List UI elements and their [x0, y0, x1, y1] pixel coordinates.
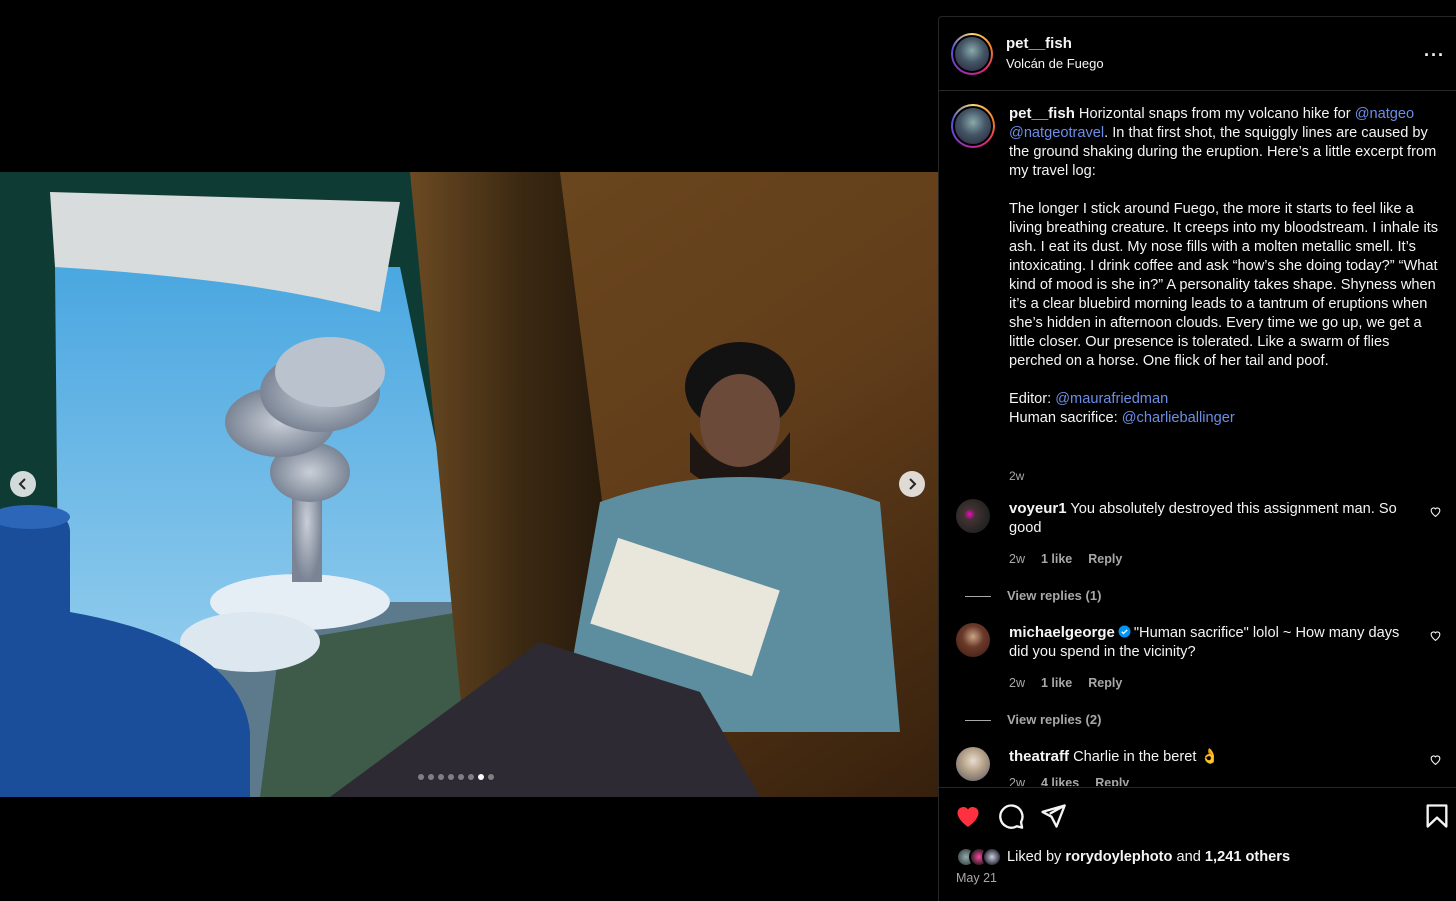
comment-text: theatraff Charlie in the beret 👌 [1009, 747, 1419, 767]
slide-dot [468, 774, 474, 780]
comment-bubble-icon[interactable] [997, 802, 1025, 830]
slide-dot [438, 774, 444, 780]
post-location[interactable]: Volcán de Fuego [1006, 56, 1104, 71]
next-slide-button[interactable] [899, 471, 925, 497]
comment-likes[interactable]: 4 likes [1041, 776, 1079, 786]
comment-time[interactable]: 2w [1009, 776, 1025, 786]
mention-natgeo[interactable]: @natgeo [1355, 106, 1414, 122]
mention-editor[interactable]: @maurafriedman [1055, 391, 1168, 407]
slide-dot [458, 774, 464, 780]
comment-like-heart-icon[interactable] [1429, 629, 1442, 642]
liked-by-and: and [1172, 849, 1205, 865]
like-heart-icon[interactable] [954, 802, 982, 830]
slide-dot [428, 774, 434, 780]
comment-body: You absolutely destroyed this assignment… [1009, 501, 1397, 536]
view-replies-button[interactable]: View replies (2) [965, 712, 1102, 727]
commenter-avatar[interactable] [956, 499, 990, 533]
author-username[interactable]: pet__fish [1006, 35, 1072, 52]
comment-meta: 2w 1 like Reply [1009, 676, 1138, 690]
caption-excerpt: The longer I stick around Fuego, the mor… [1009, 201, 1439, 369]
view-replies-button[interactable]: View replies (1) [965, 588, 1102, 603]
comments-feed: pet__fish Horizontal snaps from my volca… [939, 92, 1456, 786]
mention-natgeotravel[interactable]: @natgeotravel [1009, 125, 1104, 141]
post-actions-bar: Liked by rorydoylephoto and 1,241 others… [939, 787, 1456, 901]
slide-dot [448, 774, 454, 780]
commenter-avatar[interactable] [956, 623, 990, 657]
more-options-button[interactable]: ··· [1424, 45, 1445, 66]
editor-label: Editor: [1009, 391, 1056, 407]
sacrifice-label: Human sacrifice: [1009, 410, 1122, 426]
comment-meta: 2w 1 like Reply [1009, 552, 1138, 566]
post-header: pet__fish Volcán de Fuego ··· [939, 17, 1456, 91]
commenter-username[interactable]: voyeur1 [1009, 500, 1067, 517]
reply-button[interactable]: Reply [1095, 776, 1129, 786]
previous-slide-button[interactable] [10, 471, 36, 497]
comment-meta: 2w 4 likes Reply [1009, 776, 1145, 786]
likes-count[interactable]: 1,241 others [1205, 849, 1290, 865]
post-media-area [0, 0, 938, 901]
post-detail-panel: pet__fish Volcán de Fuego ··· pet__fish … [938, 16, 1456, 901]
comment-likes[interactable]: 1 like [1041, 676, 1072, 690]
commenter-avatar[interactable] [956, 747, 990, 781]
author-avatar[interactable] [951, 33, 993, 75]
replies-divider [965, 596, 991, 598]
comment-likes[interactable]: 1 like [1041, 552, 1072, 566]
slide-indicator [418, 774, 494, 780]
reply-button[interactable]: Reply [1088, 552, 1122, 566]
caption-text: pet__fish Horizontal snaps from my volca… [1009, 104, 1439, 428]
liked-by-user[interactable]: rorydoylephoto [1065, 849, 1172, 865]
verified-badge-icon [1118, 625, 1131, 638]
commenter-username[interactable]: michaelgeorge [1009, 624, 1115, 641]
slide-dot [488, 774, 494, 780]
reply-button[interactable]: Reply [1088, 676, 1122, 690]
caption-username[interactable]: pet__fish [1009, 105, 1075, 122]
view-replies-label: View replies (1) [1007, 588, 1102, 603]
chevron-left-icon [18, 478, 26, 490]
post-photo[interactable] [0, 172, 938, 797]
commenter-username[interactable]: theatraff [1009, 748, 1069, 765]
comment-body: Charlie in the beret 👌 [1073, 749, 1219, 765]
share-paper-plane-icon[interactable] [1039, 802, 1067, 830]
caption-intro: Horizontal snaps from my volcano hike fo… [1078, 106, 1355, 122]
liked-by-text: Liked by rorydoylephoto and 1,241 others [1007, 849, 1290, 865]
chevron-right-icon [909, 478, 917, 490]
comment-text: michaelgeorge "Human sacrifice" lolol ~ H… [1009, 623, 1419, 662]
caption-avatar[interactable] [951, 104, 995, 148]
liked-by-row: Liked by rorydoylephoto and 1,241 others [956, 847, 1290, 867]
comment-like-heart-icon[interactable] [1429, 753, 1442, 766]
comment-time[interactable]: 2w [1009, 552, 1025, 566]
comment-like-heart-icon[interactable] [1429, 505, 1442, 518]
replies-divider [965, 720, 991, 722]
comment-time[interactable]: 2w [1009, 676, 1025, 690]
mention-sacrifice[interactable]: @charlieballinger [1122, 410, 1235, 426]
liker-avatar[interactable] [982, 847, 1002, 867]
slide-dot [478, 774, 484, 780]
view-replies-label: View replies (2) [1007, 712, 1102, 727]
liked-by-prefix: Liked by [1007, 849, 1066, 865]
bookmark-icon[interactable] [1423, 802, 1451, 830]
caption-timestamp[interactable]: 2w [1009, 469, 1024, 483]
slide-dot [418, 774, 424, 780]
post-date[interactable]: May 21 [956, 871, 997, 885]
photo-illustration [0, 172, 938, 797]
comment-text: voyeur1 You absolutely destroyed this as… [1009, 499, 1419, 538]
